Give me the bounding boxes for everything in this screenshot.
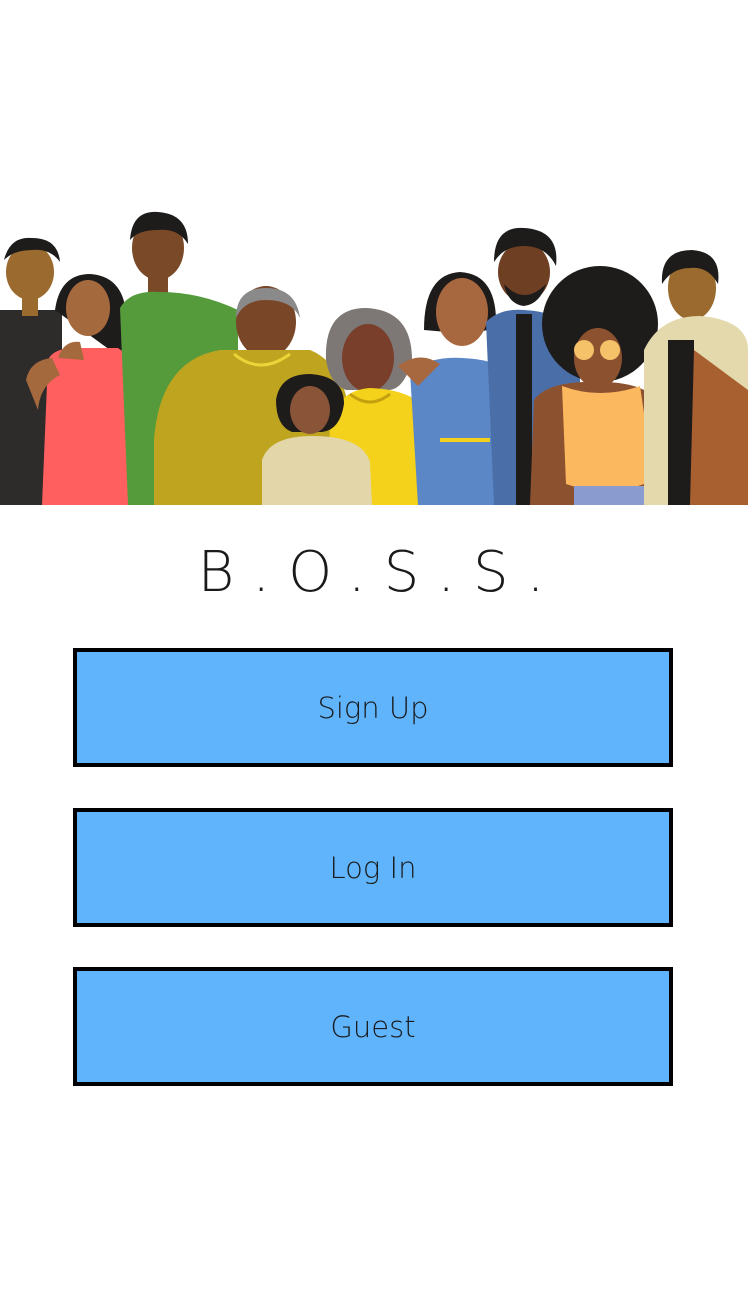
- guest-label: Guest: [330, 1009, 416, 1044]
- sign-up-button[interactable]: Sign Up: [73, 648, 673, 767]
- app-title: B.O.S.S.: [197, 540, 563, 605]
- log-in-label: Log In: [329, 850, 417, 885]
- guest-button[interactable]: Guest: [73, 967, 673, 1086]
- people-illustration: [0, 200, 748, 505]
- sign-up-label: Sign Up: [317, 690, 429, 725]
- welcome-screen: B.O.S.S. Sign Up Log In Guest: [0, 0, 748, 1296]
- log-in-button[interactable]: Log In: [73, 808, 673, 927]
